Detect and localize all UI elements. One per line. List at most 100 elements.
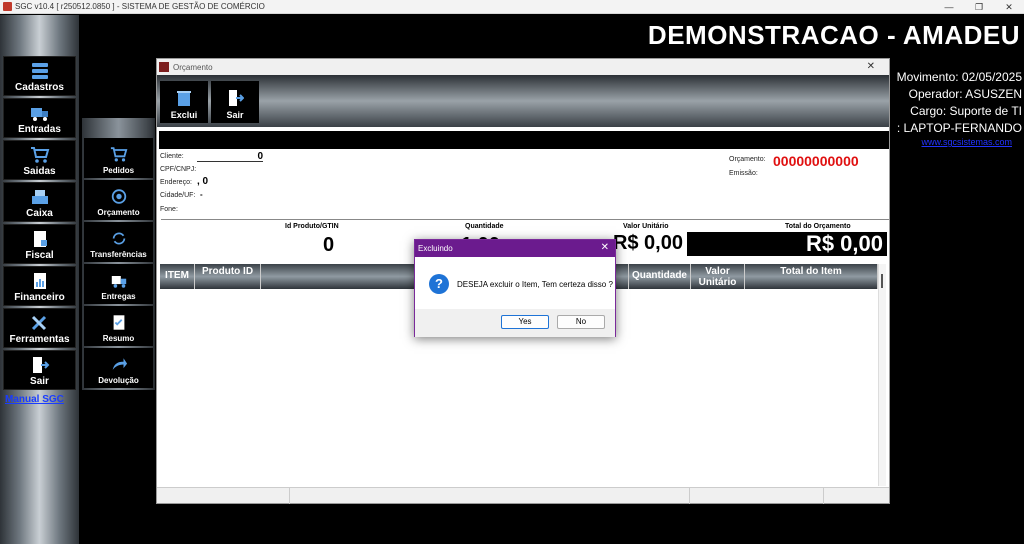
sidebar-item-sair[interactable]: Sair — [3, 350, 76, 390]
sidebar-item-label: Saidas — [23, 166, 56, 177]
sidebar-item-fiscal[interactable]: Fiscal — [3, 224, 76, 264]
cidade-label: Cidade/UF: — [160, 192, 196, 199]
id-produto-input[interactable]: 0 — [323, 234, 334, 257]
submenu-item-label: Transferências — [90, 250, 147, 259]
dialog-footer: Yes No — [415, 309, 615, 337]
checklist-icon — [113, 315, 124, 330]
submenu-item-pedidos[interactable]: Pedidos — [84, 138, 153, 178]
delivery-icon — [111, 276, 126, 288]
operador-name: Operador: ASUSZEN — [908, 87, 1022, 101]
sidebar-item-cadastros[interactable]: Cadastros — [3, 56, 76, 96]
submenu-item-devolucao[interactable]: Devolução — [84, 348, 153, 388]
exit-door-icon — [229, 90, 244, 106]
movimento-date: Movimento: 02/05/2025 — [896, 70, 1022, 84]
dialog-title: Excluindo — [418, 244, 453, 253]
yes-button[interactable]: Yes — [501, 315, 549, 329]
sidebar-item-label: Fiscal — [25, 250, 54, 261]
status-bar — [157, 487, 889, 504]
cargo-label: Cargo: Suporte de TI — [910, 104, 1022, 118]
sidebar-item-entradas[interactable]: Entradas — [3, 98, 76, 138]
column-item[interactable]: ITEM — [160, 264, 195, 289]
window-controls: — ❐ ✕ — [934, 0, 1024, 14]
orcamento-window-titlebar: Orçamento ✕ — [157, 59, 889, 75]
sidebar-item-ferramentas[interactable]: Ferramentas — [3, 308, 76, 348]
info-strip — [159, 131, 889, 149]
sidebar-item-label: Financeiro — [14, 292, 65, 303]
confirm-delete-dialog: Excluindo ✕ ? DESEJA excluir o Item, Tem… — [414, 239, 616, 337]
dialog-titlebar: Excluindo ✕ — [415, 240, 615, 257]
close-icon[interactable]: ✕ — [601, 242, 609, 253]
column-valor-unitario[interactable]: Valor Unitário — [691, 264, 745, 289]
grid-scrollbar[interactable] — [878, 264, 886, 486]
question-icon: ? — [429, 274, 449, 294]
endereco-value: , 0 — [197, 176, 209, 187]
os-title-bar: SGC v10.4 [ r250512.0850 ] - SISTEMA DE … — [0, 0, 1024, 14]
submenu-item-label: Pedidos — [102, 166, 135, 175]
truck-icon — [30, 108, 48, 121]
target-icon — [111, 189, 126, 204]
status-segment — [157, 488, 290, 504]
submenu-item-label: Devolução — [98, 376, 139, 385]
cliente-field[interactable]: 0 — [197, 151, 263, 162]
sidebar-item-label: Caixa — [26, 208, 53, 219]
orcamento-window-title: Orçamento — [173, 62, 213, 72]
exclui-button[interactable]: Exclui — [160, 81, 208, 123]
close-button[interactable]: ✕ — [994, 0, 1024, 14]
endereco-label: Endereço: — [160, 179, 192, 186]
submenu-item-label: Resumo — [102, 334, 135, 343]
orcamento-label: Orçamento: — [729, 156, 766, 163]
sidebar-item-label: Sair — [30, 376, 49, 387]
orcamento-toolbar: Exclui Sair — [157, 75, 889, 127]
submenu-item-resumo[interactable]: Resumo — [84, 306, 153, 346]
website-link[interactable]: www.sgcsistemas.com — [921, 137, 1012, 147]
submenu-item-entregas[interactable]: Entregas — [84, 264, 153, 304]
close-icon[interactable]: ✕ — [867, 61, 875, 72]
maximize-button[interactable]: ❐ — [964, 0, 994, 14]
report-icon — [33, 273, 46, 289]
sidebar-item-label: Cadastros — [15, 82, 64, 93]
dialog-message: DESEJA excluir o Item, Tem certeza disso… — [457, 280, 613, 289]
cidade-value: - — [200, 190, 203, 199]
sair-button[interactable]: Sair — [211, 81, 259, 123]
cash-register-icon — [31, 190, 48, 204]
sidebar-item-saidas[interactable]: Saidas — [3, 140, 76, 180]
sidebar-item-financeiro[interactable]: Financeiro — [3, 266, 76, 306]
status-segment — [290, 488, 690, 504]
app-icon — [3, 2, 12, 11]
minimize-button[interactable]: — — [934, 0, 964, 14]
submenu-item-orcamento[interactable]: Orçamento — [84, 180, 153, 220]
fone-label: Fone: — [160, 206, 178, 213]
id-produto-label: Id Produto/GTIN — [285, 223, 339, 230]
os-window-title: SGC v10.4 [ r250512.0850 ] - SISTEMA DE … — [15, 2, 265, 11]
submenu-item-label: Entregas — [101, 292, 136, 301]
column-produto-id[interactable]: Produto ID — [195, 264, 261, 289]
customer-form: Cliente: 0 CPF/CNPJ: Endereço: , 0 Cidad… — [157, 151, 891, 217]
column-total-item[interactable]: Total do Item — [745, 264, 878, 289]
quantidade-label: Quantidade — [465, 223, 504, 230]
orcamento-number: 00000000000 — [773, 153, 859, 169]
sidebar-item-label: Ferramentas — [9, 334, 70, 345]
exclui-label: Exclui — [170, 110, 198, 120]
column-quantidade[interactable]: Quantidade — [629, 264, 691, 289]
submenu-item-transferencias[interactable]: Transferências — [84, 222, 153, 262]
database-icon — [31, 63, 48, 79]
no-button[interactable]: No — [557, 315, 605, 329]
cart-icon — [110, 147, 127, 162]
scrollbar-thumb[interactable] — [881, 274, 883, 288]
window-icon — [159, 62, 169, 72]
exit-door-icon — [32, 357, 49, 373]
return-arrow-icon — [112, 358, 127, 370]
emissao-label: Emissão: — [729, 170, 758, 177]
document-icon — [33, 231, 47, 247]
total-orcamento-value: R$ 0,00 — [687, 232, 887, 256]
sidebar-item-caixa[interactable]: Caixa — [3, 182, 76, 222]
submenu-panel: Pedidos Orçamento Transferências Entrega… — [82, 118, 155, 390]
total-orcamento-label: Total do Orçamento — [785, 223, 851, 230]
cliente-label: Cliente: — [160, 153, 184, 160]
manual-sgc-link[interactable]: Manual SGC — [5, 394, 64, 405]
trash-icon — [177, 91, 191, 106]
valor-unitario-label: Valor Unitário — [623, 223, 669, 230]
dialog-body: ? DESEJA excluir o Item, Tem certeza dis… — [415, 257, 615, 309]
status-segment — [690, 488, 824, 504]
company-name: DEMONSTRACAO - AMADEU — [647, 20, 1020, 50]
